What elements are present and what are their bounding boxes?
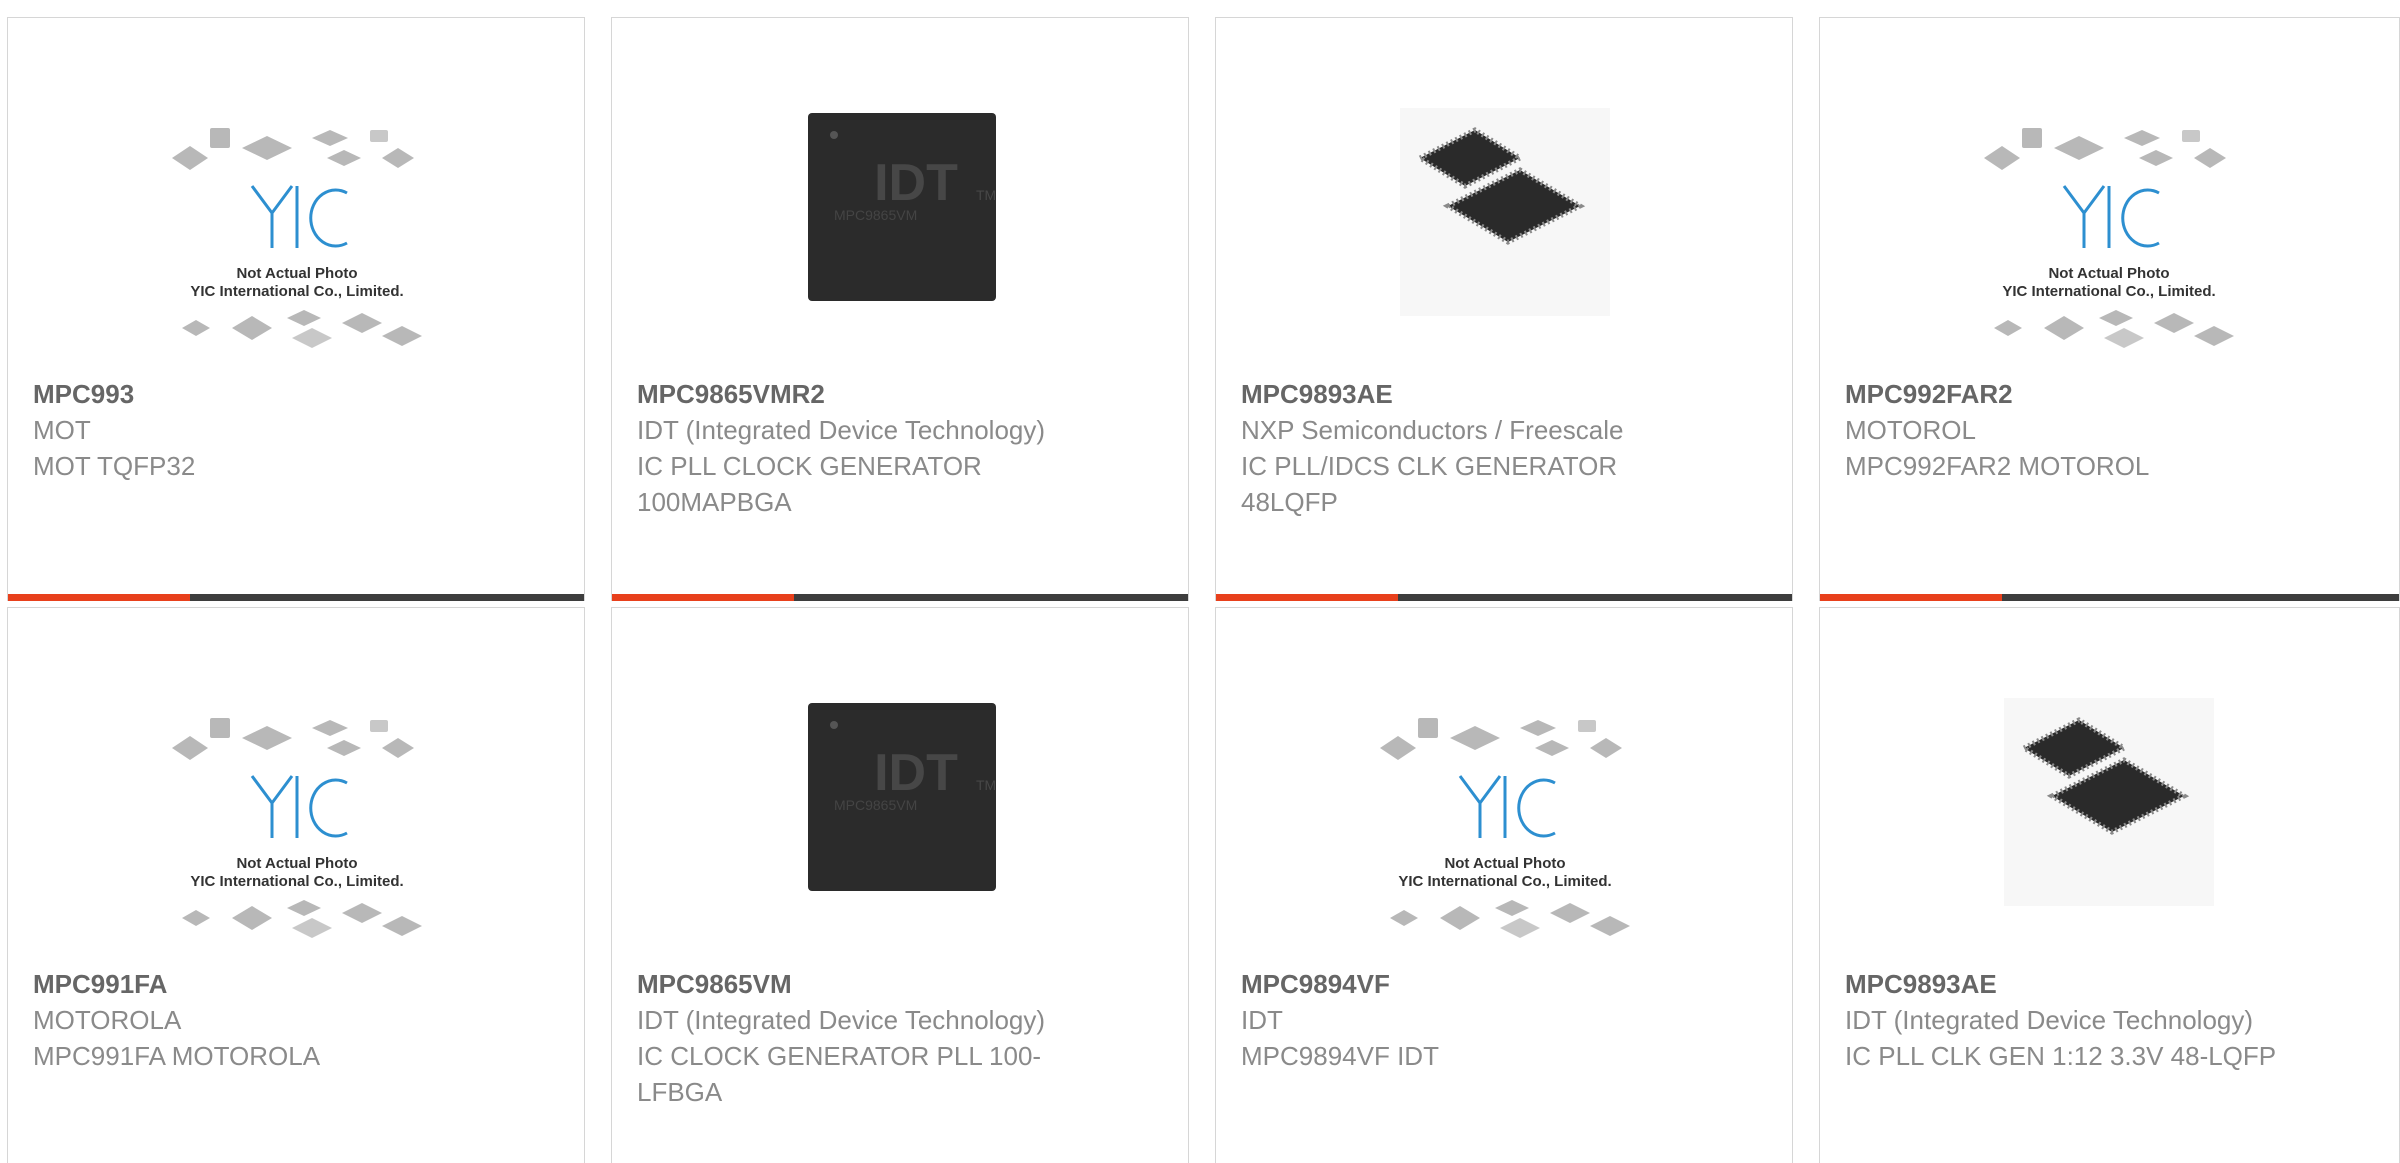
description: MPC991FA MOTOROLA: [33, 1041, 321, 1071]
description: MPC9894VF IDT: [1241, 1041, 1439, 1071]
svg-text:YIC International Co., Limited: YIC International Co., Limited.: [190, 283, 403, 300]
svg-text:IDT: IDT: [874, 744, 958, 802]
svg-text:Not Actual Photo: Not Actual Photo: [236, 265, 357, 282]
card-bottom-bar: [8, 594, 584, 601]
card-accent: [8, 594, 190, 601]
placeholder-icon[interactable]: Not Actual Photo YIC International Co., …: [1820, 88, 2398, 368]
manufacturer: IDT (Integrated Device Technology): [637, 415, 1046, 445]
part-number[interactable]: MPC9865VMR2: [637, 376, 1077, 412]
description: IC CLOCK GENERATOR PLL 100-LFBGA: [637, 1041, 1042, 1107]
svg-text:IDT: IDT: [874, 154, 958, 212]
part-number[interactable]: MPC9894VF: [1241, 966, 1681, 1002]
svg-text:YIC International Co., Limited: YIC International Co., Limited.: [190, 873, 403, 890]
product-card[interactable]: IDT TM MPC9865VM MPC9865VMR2 IDT (Integr…: [611, 17, 1189, 601]
description: IC PLL CLOCK GENERATOR 100MAPBGA: [637, 451, 982, 517]
product-grid: Not Actual Photo YIC International Co., …: [0, 0, 2400, 1163]
svg-text:Not Actual Photo: Not Actual Photo: [1444, 855, 1565, 872]
product-info: MPC991FA MOTOROLA MPC991FA MOTOROLA: [33, 966, 473, 1074]
product-card[interactable]: MPC9893AE NXP Semiconductors / Freescale…: [1215, 17, 1793, 601]
description: MPC992FAR2 MOTOROL: [1845, 451, 2150, 481]
description: MOT TQFP32: [33, 451, 196, 481]
description: IC PLL/IDCS CLK GENERATOR 48LQFP: [1241, 451, 1618, 517]
product-info: MPC993 MOT MOT TQFP32: [33, 376, 473, 484]
placeholder-icon[interactable]: Not Actual Photo YIC International Co., …: [8, 678, 584, 958]
card-accent: [1820, 594, 2002, 601]
manufacturer: NXP Semiconductors / Freescale: [1241, 415, 1624, 445]
part-number[interactable]: MPC993: [33, 376, 473, 412]
product-card[interactable]: Not Actual Photo YIC International Co., …: [7, 17, 585, 601]
svg-text:MPC9865VM: MPC9865VM: [834, 797, 917, 813]
product-info: MPC9865VM IDT (Integrated Device Technol…: [637, 966, 1077, 1110]
part-number[interactable]: MPC9893AE: [1845, 966, 2285, 1002]
part-number[interactable]: MPC9893AE: [1241, 376, 1681, 412]
svg-text:MPC9865VM: MPC9865VM: [834, 207, 917, 223]
product-card[interactable]: Not Actual Photo YIC International Co., …: [1215, 607, 1793, 1163]
product-card[interactable]: MPC9893AE IDT (Integrated Device Technol…: [1819, 607, 2400, 1163]
svg-text:YIC International Co., Limited: YIC International Co., Limited.: [1398, 873, 1611, 890]
part-number[interactable]: MPC991FA: [33, 966, 473, 1002]
idt-chip-icon[interactable]: IDT TM MPC9865VM: [612, 678, 1188, 958]
card-bottom-bar: [1820, 594, 2399, 601]
manufacturer: MOT: [33, 415, 91, 445]
svg-text:TM: TM: [976, 777, 996, 793]
lqfp-chip-icon[interactable]: [1820, 678, 2398, 958]
product-card[interactable]: IDT TM MPC9865VM MPC9865VM IDT (Integrat…: [611, 607, 1189, 1163]
placeholder-icon[interactable]: Not Actual Photo YIC International Co., …: [8, 88, 584, 368]
part-number[interactable]: MPC992FAR2: [1845, 376, 2285, 412]
product-info: MPC9893AE IDT (Integrated Device Technol…: [1845, 966, 2285, 1074]
placeholder-icon[interactable]: Not Actual Photo YIC International Co., …: [1216, 678, 1792, 958]
product-info: MPC9894VF IDT MPC9894VF IDT: [1241, 966, 1681, 1074]
svg-text:YIC International Co., Limited: YIC International Co., Limited.: [2002, 283, 2215, 300]
manufacturer: MOTOROLA: [33, 1005, 182, 1035]
product-info: MPC992FAR2 MOTOROL MPC992FAR2 MOTOROL: [1845, 376, 2285, 484]
svg-text:Not Actual Photo: Not Actual Photo: [2048, 265, 2169, 282]
product-info: MPC9893AE NXP Semiconductors / Freescale…: [1241, 376, 1681, 520]
idt-chip-icon[interactable]: IDT TM MPC9865VM: [612, 88, 1188, 368]
product-card[interactable]: Not Actual Photo YIC International Co., …: [1819, 17, 2400, 601]
manufacturer: IDT: [1241, 1005, 1283, 1035]
part-number[interactable]: MPC9865VM: [637, 966, 1077, 1002]
svg-text:Not Actual Photo: Not Actual Photo: [236, 855, 357, 872]
card-accent: [1216, 594, 1398, 601]
manufacturer: IDT (Integrated Device Technology): [637, 1005, 1046, 1035]
description: IC PLL CLK GEN 1:12 3.3V 48-LQFP: [1845, 1041, 2277, 1071]
svg-text:TM: TM: [976, 187, 996, 203]
product-card[interactable]: Not Actual Photo YIC International Co., …: [7, 607, 585, 1163]
card-bottom-bar: [1216, 594, 1792, 601]
card-bottom-bar: [612, 594, 1188, 601]
card-accent: [612, 594, 794, 601]
product-info: MPC9865VMR2 IDT (Integrated Device Techn…: [637, 376, 1077, 520]
lqfp-chip-icon[interactable]: [1216, 88, 1792, 368]
manufacturer: MOTOROL: [1845, 415, 1976, 445]
manufacturer: IDT (Integrated Device Technology): [1845, 1005, 2254, 1035]
